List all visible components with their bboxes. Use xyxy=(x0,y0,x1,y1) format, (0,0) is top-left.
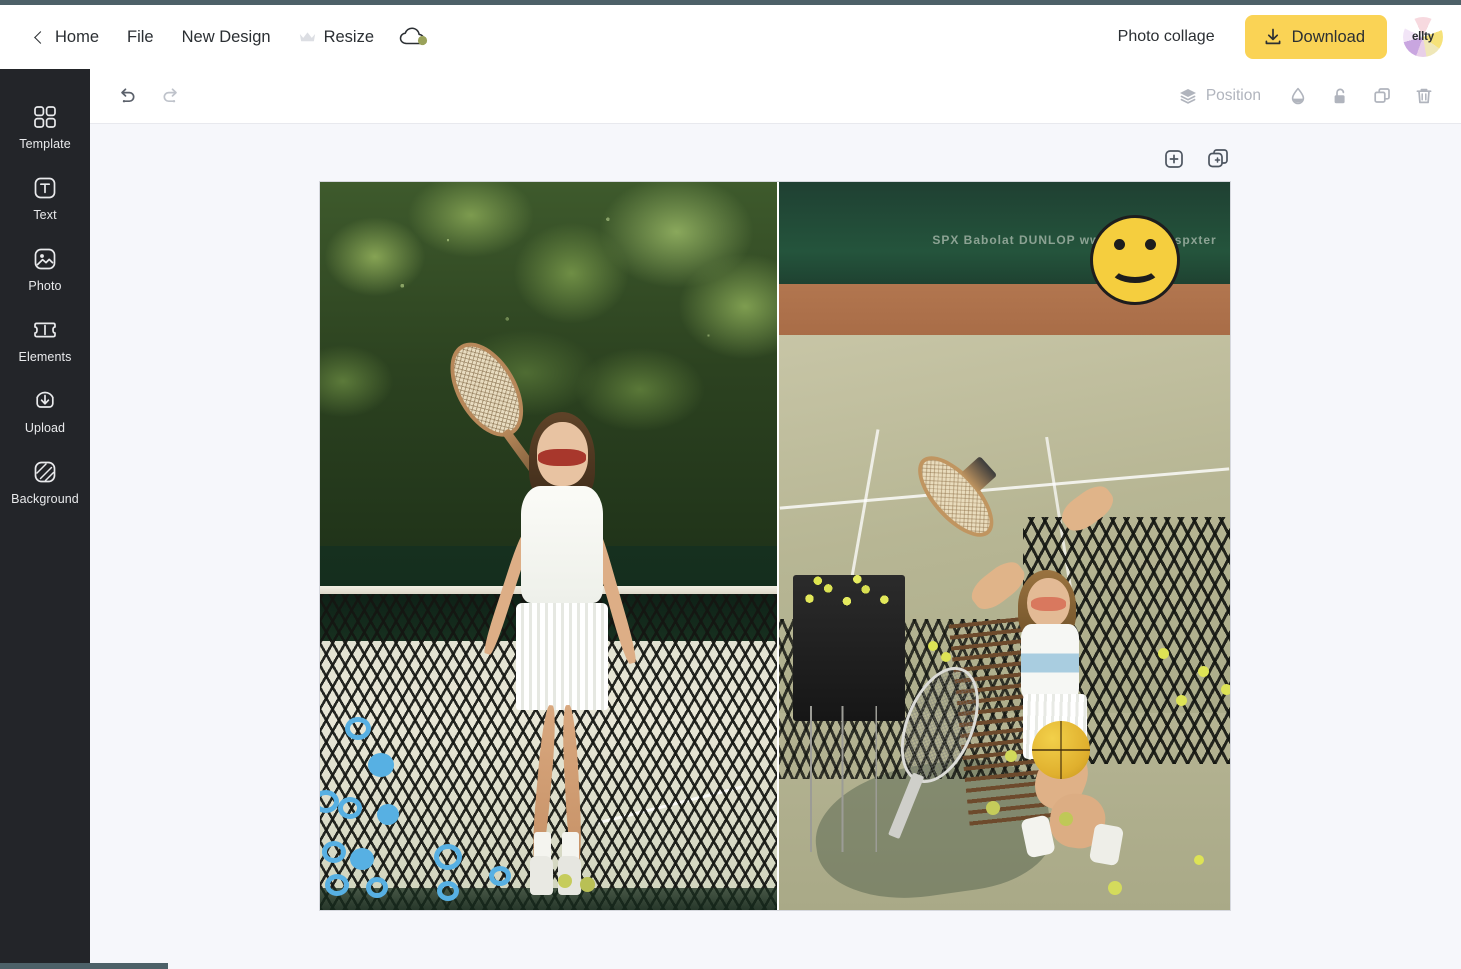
sidebar-item-photo-label: Photo xyxy=(28,279,62,293)
download-button-label: Download xyxy=(1291,27,1365,46)
app-root: Home File New Design Resize Photo collag… xyxy=(0,0,1461,969)
tennis-player-figure-left xyxy=(435,330,639,910)
sidebar-item-elements[interactable]: Elements xyxy=(0,304,90,375)
tennis-ball xyxy=(1058,811,1073,826)
crown-icon xyxy=(299,32,315,42)
tennis-ball xyxy=(941,651,952,662)
transparency-button[interactable] xyxy=(1281,79,1315,113)
blue-doodle-sticker[interactable] xyxy=(349,848,374,871)
unlock-padlock-icon xyxy=(1334,88,1345,104)
header-actions: Photo collage Download ellty xyxy=(1118,15,1461,59)
smiley-eye-right xyxy=(1145,238,1157,250)
duplicate-icon xyxy=(1374,88,1390,103)
cloud-save-icon xyxy=(399,27,428,46)
add-page-icon xyxy=(1165,150,1183,168)
nav-file[interactable]: File xyxy=(113,22,168,53)
blue-doodle-sticker[interactable] xyxy=(436,880,459,901)
sidebar-item-text-label: Text xyxy=(33,208,57,222)
blue-doodle-sticker[interactable] xyxy=(365,877,388,899)
position-button[interactable]: Position xyxy=(1166,79,1273,113)
nav-new-design[interactable]: New Design xyxy=(168,22,285,53)
tennis-ball xyxy=(1108,880,1123,895)
chevron-left-icon xyxy=(34,30,47,44)
duplicate-page-icon xyxy=(1208,149,1228,168)
tennis-ball xyxy=(580,877,596,892)
transparency-drop-icon xyxy=(1291,87,1305,105)
nav-home-label: Home xyxy=(55,27,100,46)
tennis-ball xyxy=(1157,647,1169,659)
smiley-mouth xyxy=(1109,253,1162,284)
canvas-photo-right[interactable]: SPX Babolat DUNLOP www.spx.com spxter xyxy=(777,182,1230,910)
download-button[interactable]: Download xyxy=(1244,15,1387,59)
left-sidebar: Template Text Photo Elements Upload Back… xyxy=(0,69,90,963)
position-button-label: Position xyxy=(1205,87,1261,104)
photo-image-icon xyxy=(34,248,56,270)
background-hatch-icon xyxy=(34,461,56,483)
racket-handle xyxy=(888,773,925,840)
sidebar-item-background[interactable]: Background xyxy=(0,446,90,517)
player-sunglasses xyxy=(1030,597,1067,611)
upload-arrow-icon xyxy=(36,391,54,408)
sidebar-item-template-label: Template xyxy=(19,137,71,151)
sidebar-item-upload[interactable]: Upload xyxy=(0,375,90,446)
nav-home[interactable]: Home xyxy=(22,22,113,53)
duplicate-button[interactable] xyxy=(1365,79,1399,113)
object-actions: Position xyxy=(1166,79,1461,113)
tennis-player-figure-right xyxy=(905,443,1144,910)
text-t-icon xyxy=(34,177,56,199)
blue-doodle-sticker[interactable] xyxy=(322,840,347,863)
player-crop-top xyxy=(521,485,604,603)
cloud-save-button[interactable] xyxy=(388,19,440,55)
tennis-ball xyxy=(1220,684,1230,696)
sidebar-item-upload-label: Upload xyxy=(24,421,66,435)
player-sunglasses xyxy=(537,449,587,466)
sidebar-item-text[interactable]: Text xyxy=(0,162,90,233)
undo-button[interactable] xyxy=(110,79,144,113)
horizontal-scrollbar-thumb[interactable] xyxy=(0,963,168,969)
player-shoe-right xyxy=(1089,822,1125,866)
sidebar-item-elements-label: Elements xyxy=(18,350,72,364)
nav-file-label: File xyxy=(127,27,154,46)
add-page-button[interactable] xyxy=(1159,144,1189,174)
document-title[interactable]: Photo collage xyxy=(1118,28,1215,46)
tennis-ball xyxy=(1004,749,1017,762)
redo-icon xyxy=(163,88,177,103)
template-grid-icon xyxy=(34,106,56,128)
blue-doodle-sticker[interactable] xyxy=(324,873,349,896)
tennis-ball xyxy=(927,640,938,651)
header-nav: Home File New Design Resize xyxy=(0,19,440,55)
nav-resize-label: Resize xyxy=(323,27,375,46)
duplicate-page-button[interactable] xyxy=(1203,144,1233,174)
object-toolbar: Position xyxy=(90,69,1461,124)
avatar-label: ellty xyxy=(1411,31,1434,43)
player-pleated-skirt xyxy=(516,602,609,710)
delete-button[interactable] xyxy=(1407,79,1441,113)
redo-button[interactable] xyxy=(154,79,188,113)
player-shoe-left xyxy=(530,856,554,896)
page-actions xyxy=(1159,144,1233,174)
avatar[interactable]: ellty xyxy=(1403,17,1443,57)
download-icon xyxy=(1265,28,1281,45)
hopper-tennis-balls xyxy=(797,567,901,619)
horizontal-scrollbar[interactable] xyxy=(0,963,1461,969)
nav-new-design-label: New Design xyxy=(181,27,271,46)
canvas-photo-left[interactable] xyxy=(320,182,777,910)
sidebar-item-template[interactable]: Template xyxy=(0,91,90,162)
layers-icon xyxy=(1179,89,1196,104)
trash-icon xyxy=(1416,88,1432,104)
undo-icon xyxy=(121,88,135,103)
design-canvas[interactable]: SPX Babolat DUNLOP www.spx.com spxter xyxy=(319,181,1231,911)
player-striped-crop-top xyxy=(1020,624,1080,702)
smiley-eye-left xyxy=(1114,238,1126,250)
editor-area: Position SPX Babolat DUNLOP www.spx.com … xyxy=(90,69,1461,963)
history-controls xyxy=(90,79,188,113)
lock-button[interactable] xyxy=(1323,79,1357,113)
elements-ticket-icon xyxy=(34,322,56,338)
nav-resize[interactable]: Resize xyxy=(285,22,388,53)
yellow-basketball xyxy=(1031,720,1091,780)
sidebar-item-photo[interactable]: Photo xyxy=(0,233,90,304)
smiley-face-sticker[interactable] xyxy=(1090,214,1181,305)
app-header: Home File New Design Resize Photo collag… xyxy=(0,5,1461,69)
sidebar-item-background-label: Background xyxy=(11,492,79,506)
